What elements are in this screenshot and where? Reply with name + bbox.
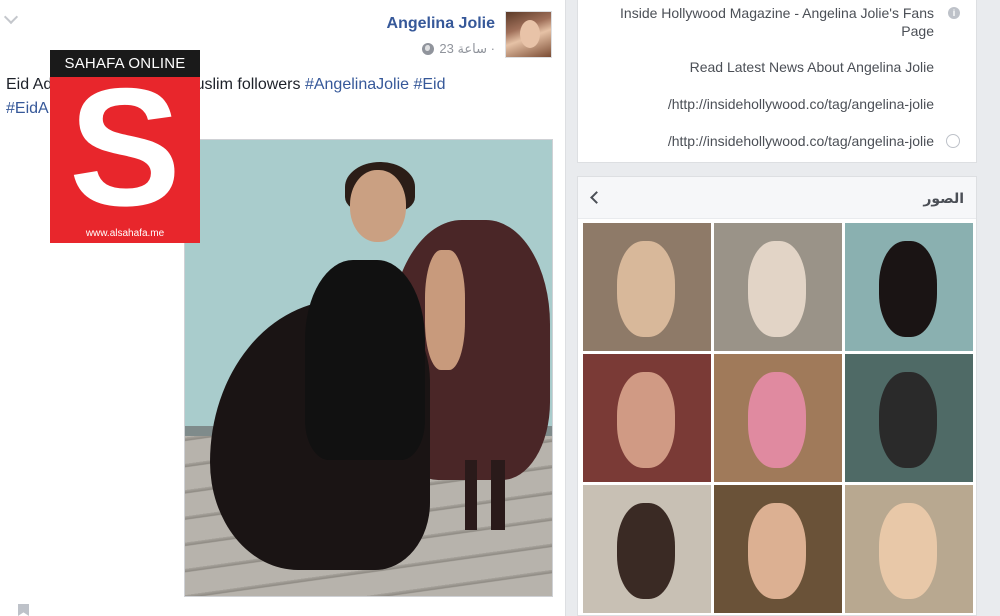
thumbnail-figure [879,503,937,599]
logo-letter: S [68,53,182,241]
website-link[interactable]: /http://insidehollywood.co/tag/angelina-… [668,95,934,113]
thumbnail-figure [617,503,675,599]
bookmark-icon[interactable] [18,604,29,616]
globe-icon[interactable] [422,43,435,55]
thumbnail-figure [879,372,937,468]
chevron-down-icon[interactable] [3,9,19,25]
info-icon: i [948,7,960,19]
thumbnail-figure [748,372,806,468]
sahafa-logo: SAHAFA ONLINE S www.alsahafa.me [50,50,200,243]
thumbnail-figure [617,241,675,337]
website-icon [946,134,960,148]
post-text-middle: muslim followers [182,76,305,93]
website-link[interactable]: /http://insidehollywood.co/tag/angelina-… [668,132,934,150]
hashtag-link[interactable]: #Eid [413,76,445,93]
logo-url: www.alsahafa.me [85,228,165,239]
hashtag-link[interactable]: #EidA [6,100,49,117]
post-time[interactable]: 23 ساعة · [439,41,495,57]
post-photo[interactable] [184,139,553,597]
photos-card: الصور [577,176,977,616]
photo-thumbnail[interactable] [583,223,711,351]
thumbnail-figure [879,241,937,337]
photos-title[interactable]: الصور [923,190,964,207]
hashtag-link[interactable]: #AngelinaJolie [305,76,409,93]
photo-woman-head [350,170,406,242]
photo-thumbnail[interactable] [845,223,973,351]
chevron-left-icon[interactable] [590,191,603,204]
post-text-prefix: Eid Ad [6,76,53,93]
author-name[interactable]: Angelina Jolie [387,15,495,33]
photo-thumbnail[interactable] [845,354,973,482]
photo-thumbnail[interactable] [845,485,973,613]
thumbnail-figure [617,372,675,468]
photo-woman-body [305,260,425,460]
photos-header: الصور [578,177,976,219]
photo-woman-arm [425,250,465,370]
author-avatar[interactable] [505,11,552,58]
photo-thumbnail[interactable] [583,354,711,482]
about-title: Inside Hollywood Magazine - Angelina Jol… [620,5,934,39]
avatar-face [520,20,540,48]
photo-thumbnail[interactable] [714,485,842,613]
post-meta: 23 ساعة · [422,41,495,57]
photo-thumbnail[interactable] [714,354,842,482]
photo-sheep-legs [465,460,505,530]
photo-thumbnail[interactable] [583,485,711,613]
about-news: Read Latest News About Angelina Jolie [689,59,934,75]
photo-thumbnail[interactable] [714,223,842,351]
thumbnail-figure [748,503,806,599]
thumbnail-figure [748,241,806,337]
about-card: Inside Hollywood Magazine - Angelina Jol… [577,0,977,163]
